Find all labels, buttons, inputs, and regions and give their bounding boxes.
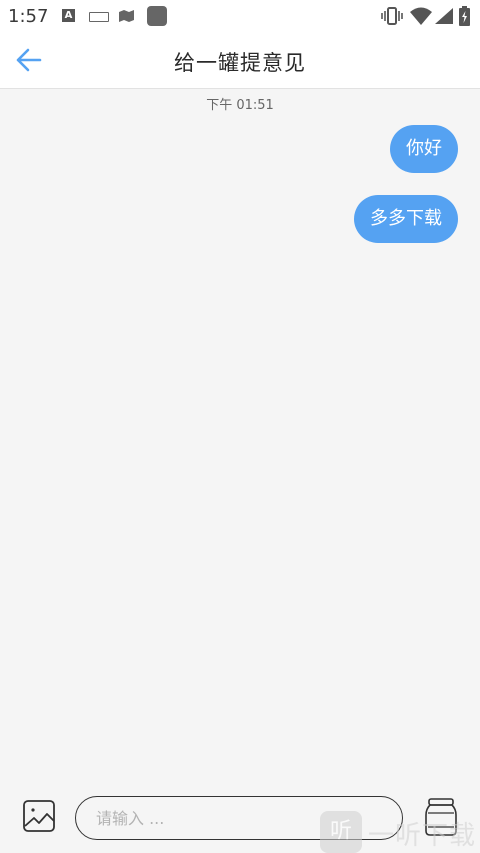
page-title: 给一罐提意见 (174, 51, 306, 75)
header: 给一罐提意见 (0, 32, 480, 89)
notification-a-icon: A (62, 9, 75, 22)
status-time: 1:57 (8, 6, 49, 27)
message-bubble[interactable]: 你好 (390, 125, 458, 173)
battery-charging-icon (459, 6, 470, 26)
watermark: 听 一听下载 (320, 810, 480, 853)
map-icon (119, 10, 134, 22)
watermark-text: 一听下载 (368, 821, 477, 851)
wifi-icon (410, 7, 432, 25)
watermark-logo: 听 (320, 811, 362, 853)
message-bubble[interactable]: 多多下载 (354, 195, 458, 243)
vibrate-icon (381, 7, 403, 25)
signal-icon (435, 8, 453, 24)
status-bar: 1:57 A (0, 0, 480, 32)
app-square-icon (147, 6, 167, 26)
keyboard-icon (89, 12, 109, 22)
image-icon (23, 800, 55, 832)
message-timestamp: 下午 01:51 (206, 98, 274, 113)
image-button[interactable] (22, 799, 56, 833)
